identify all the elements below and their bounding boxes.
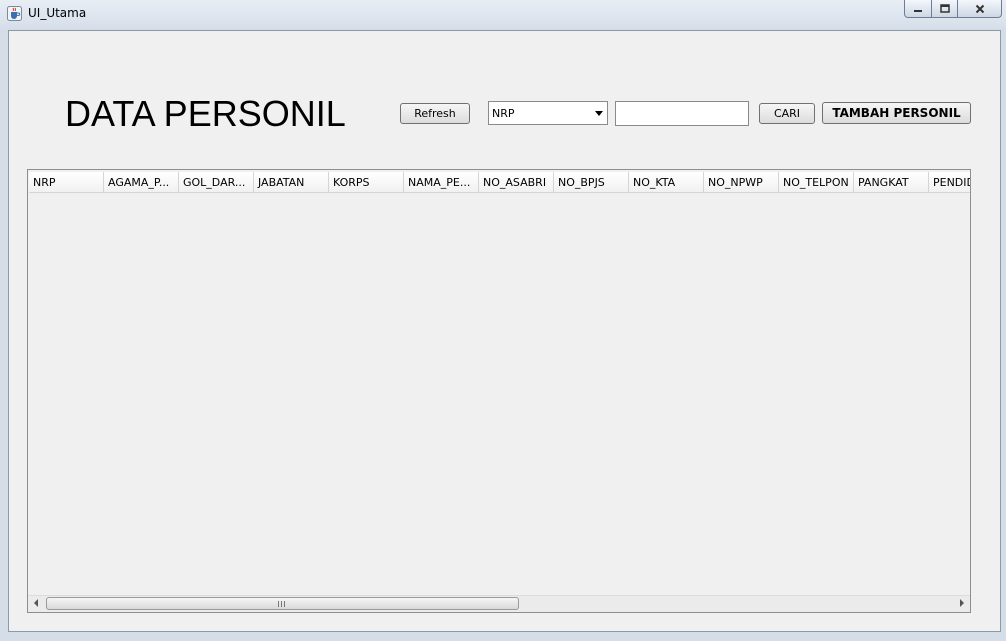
close-button[interactable] [958,0,1002,18]
maximize-button[interactable] [932,0,958,18]
column-header-pangkat[interactable]: PANGKAT [854,172,929,193]
grip-icon [278,601,285,607]
column-header-nama[interactable]: NAMA_PE... [404,172,479,193]
main-panel: DATA PERSONIL Refresh NRP CARI TAMBAH PE… [8,30,1001,632]
chevron-down-icon [595,111,603,116]
app-window: UI_Utama DATA PERSONIL Refresh NRP CARI … [0,0,1006,641]
column-header-no-npwp[interactable]: NO_NPWP [704,172,779,193]
cari-button[interactable]: CARI [759,103,815,124]
scrollbar-thumb[interactable] [46,597,519,610]
column-header-no-telpon[interactable]: NO_TELPON [779,172,854,193]
table-header: NRP AGAMA_P... GOL_DAR... JABATAN KORPS … [29,172,970,193]
page-title: DATA PERSONIL [65,93,346,134]
column-header-nrp[interactable]: NRP [29,172,104,193]
scroll-right-icon[interactable] [960,599,964,607]
search-input[interactable] [615,101,749,126]
window-title: UI_Utama [28,6,87,20]
column-header-agama[interactable]: AGAMA_P... [104,172,179,193]
column-header-pendidikan[interactable]: PENDIDI [929,172,970,193]
column-header-no-bpjs[interactable]: NO_BPJS [554,172,629,193]
scroll-left-icon[interactable] [34,599,38,607]
column-header-korps[interactable]: KORPS [329,172,404,193]
column-header-gol-darah[interactable]: GOL_DAR... [179,172,254,193]
minimize-button[interactable] [904,0,932,18]
minimize-icon [914,9,922,12]
window-controls [904,0,1002,18]
search-field-value: NRP [492,107,515,120]
column-header-no-asabri[interactable]: NO_ASABRI [479,172,554,193]
column-header-jabatan[interactable]: JABATAN [254,172,329,193]
tambah-personil-button[interactable]: TAMBAH PERSONIL [822,102,971,124]
java-cup-icon [7,6,22,21]
refresh-button[interactable]: Refresh [400,103,470,124]
title-bar[interactable]: UI_Utama [0,0,1006,28]
personil-table[interactable]: NRP AGAMA_P... GOL_DAR... JABATAN KORPS … [27,169,971,613]
search-field-select[interactable]: NRP [488,101,608,125]
column-header-no-kta[interactable]: NO_KTA [629,172,704,193]
maximize-icon [939,3,950,13]
close-icon [975,4,984,13]
horizontal-scrollbar[interactable] [28,595,970,612]
